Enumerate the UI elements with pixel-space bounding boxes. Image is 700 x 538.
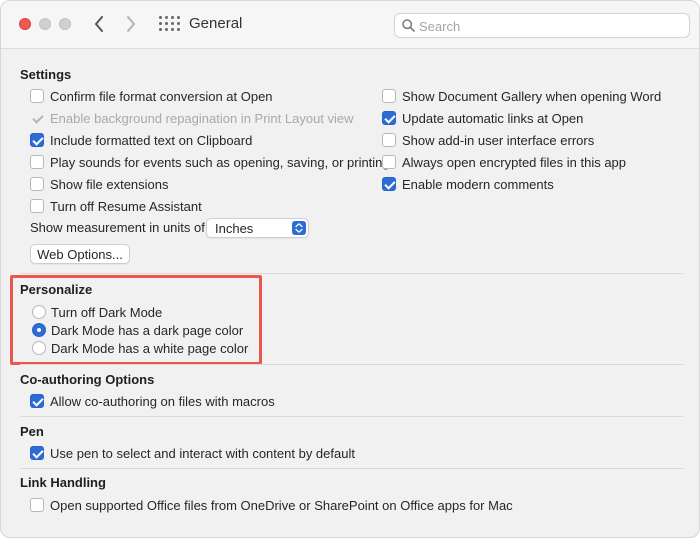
checkbox-checked[interactable] [382, 111, 396, 125]
checkbox[interactable] [30, 498, 44, 512]
checkbox-label: Update automatic links at Open [402, 110, 584, 126]
checkbox-row-background-repagination: Enable background repagination in Print … [30, 109, 354, 127]
checkbox-label: Allow co-authoring on files with macros [50, 393, 275, 409]
checkbox-row-file-extensions[interactable]: Show file extensions [30, 175, 169, 193]
chevron-left-icon [95, 16, 103, 32]
checkbox[interactable] [30, 199, 44, 213]
forward-button[interactable] [120, 13, 142, 35]
zoom-window-button[interactable] [59, 18, 71, 30]
measurement-units-select[interactable]: Inches [206, 218, 309, 238]
measurement-units-value: Inches [215, 221, 254, 236]
checkbox-checked[interactable] [30, 446, 44, 460]
checkbox-row-formatted-text[interactable]: Include formatted text on Clipboard [30, 131, 252, 149]
section-divider [20, 364, 683, 365]
minimize-window-button[interactable] [39, 18, 51, 30]
checkbox-label: Enable modern comments [402, 176, 554, 192]
checkbox-row-confirm-format[interactable]: Confirm file format conversion at Open [30, 87, 273, 105]
checkbox-row-addin-errors[interactable]: Show add-in user interface errors [382, 131, 594, 149]
back-button[interactable] [88, 13, 110, 35]
search-icon [402, 19, 415, 32]
title-bar: General [1, 1, 699, 49]
checkbox-label: Show add-in user interface errors [402, 132, 595, 148]
web-options-button[interactable]: Web Options... [30, 244, 130, 264]
link-handling-heading: Link Handling [20, 475, 106, 490]
checkbox[interactable] [382, 89, 396, 103]
chevron-right-icon [127, 16, 135, 32]
show-all-grid-icon[interactable] [159, 16, 180, 34]
checkbox-label: Show file extensions [50, 176, 169, 192]
checkbox[interactable] [382, 133, 396, 147]
checkbox-row-resume-assistant[interactable]: Turn off Resume Assistant [30, 197, 202, 215]
measurement-units-label: Show measurement in units of: [30, 220, 209, 235]
checkbox-label: Include formatted text on Clipboard [50, 132, 253, 148]
checkbox-row-use-pen[interactable]: Use pen to select and interact with cont… [30, 444, 355, 462]
section-divider [20, 468, 683, 469]
window-title: General [189, 15, 243, 32]
settings-heading: Settings [20, 67, 72, 82]
highlight-annotation [10, 275, 262, 365]
checkbox-label: Turn off Resume Assistant [50, 198, 202, 214]
checkbox-row-modern-comments[interactable]: Enable modern comments [382, 175, 554, 193]
checkbox-label: Enable background repagination in Print … [50, 110, 354, 126]
checkbox-row-encrypted-files[interactable]: Always open encrypted files in this app [382, 153, 626, 171]
checkbox-label: Confirm file format conversion at Open [50, 88, 273, 104]
checkbox-label: Open supported Office files from OneDriv… [50, 497, 513, 513]
checkbox-checked[interactable] [30, 394, 44, 408]
checkbox[interactable] [30, 155, 44, 169]
section-divider [20, 416, 683, 417]
checkbox-checked[interactable] [382, 177, 396, 191]
checkbox-row-coauthoring-macros[interactable]: Allow co-authoring on files with macros [30, 392, 275, 410]
preferences-window: General Settings Confirm file format con… [0, 0, 700, 538]
search-input[interactable] [419, 17, 679, 35]
checkbox[interactable] [382, 155, 396, 169]
checkbox[interactable] [30, 89, 44, 103]
checkbox-row-document-gallery[interactable]: Show Document Gallery when opening Word [382, 87, 661, 105]
checkbox-row-update-links[interactable]: Update automatic links at Open [382, 109, 583, 127]
pen-heading: Pen [20, 424, 44, 439]
coauthoring-heading: Co-authoring Options [20, 372, 155, 387]
section-divider [20, 273, 683, 274]
close-window-button[interactable] [19, 18, 31, 30]
checkbox-label: Show Document Gallery when opening Word [402, 88, 662, 104]
checkbox-checked[interactable] [30, 133, 44, 147]
checkbox-label: Use pen to select and interact with cont… [50, 445, 355, 461]
checkbox-row-play-sounds[interactable]: Play sounds for events such as opening, … [30, 153, 390, 171]
updown-chevron-icon [292, 221, 306, 235]
checkbox-row-open-office-files[interactable]: Open supported Office files from OneDriv… [30, 496, 513, 514]
checkbox[interactable] [30, 177, 44, 191]
checkbox-label: Always open encrypted files in this app [402, 154, 627, 170]
checkbox-label: Play sounds for events such as opening, … [50, 154, 390, 170]
search-field[interactable] [394, 13, 690, 38]
checkbox-disabled [30, 111, 44, 125]
